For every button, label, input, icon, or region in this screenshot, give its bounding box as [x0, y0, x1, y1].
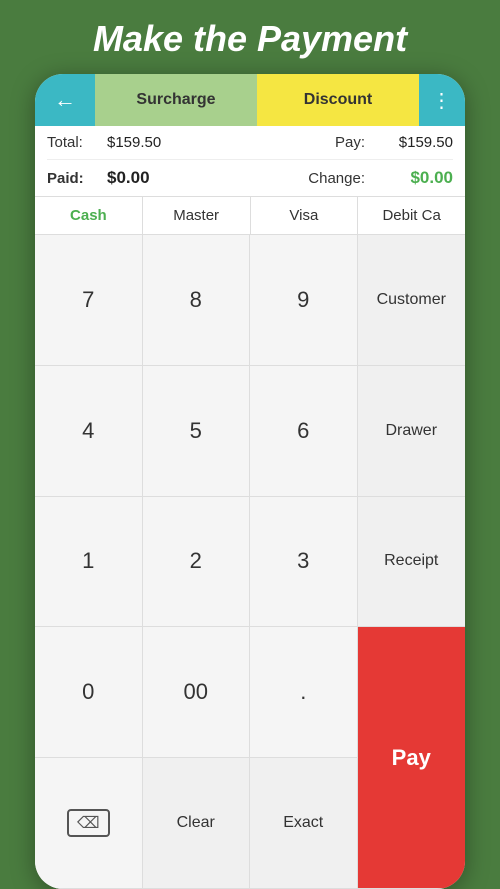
- more-icon: ⋮: [432, 88, 453, 113]
- key-6[interactable]: 6: [250, 366, 358, 497]
- key-3[interactable]: 3: [250, 497, 358, 628]
- phone-shell: ← Surcharge Discount ⋮ Total: $159.50 Pa…: [35, 74, 465, 889]
- key-5[interactable]: 5: [143, 366, 251, 497]
- top-bar: ← Surcharge Discount ⋮: [35, 74, 465, 126]
- tab-master-label: Master: [173, 207, 219, 224]
- change-label: Change:: [285, 170, 365, 187]
- page-title: Make the Payment: [83, 0, 417, 74]
- back-arrow-icon: ←: [54, 87, 76, 113]
- key-2[interactable]: 2: [143, 497, 251, 628]
- paid-row: Paid: $0.00 Change: $0.00: [47, 160, 453, 196]
- tab-master[interactable]: Master: [143, 197, 251, 234]
- back-button[interactable]: ←: [35, 74, 95, 126]
- paid-label: Paid:: [47, 170, 107, 187]
- key-00[interactable]: 00: [143, 627, 251, 758]
- backspace-icon: ⌫: [67, 809, 110, 837]
- key-customer[interactable]: Customer: [358, 235, 466, 366]
- tab-visa-label: Visa: [289, 207, 318, 224]
- key-exact[interactable]: Exact: [250, 758, 358, 889]
- change-value: $0.00: [373, 168, 453, 188]
- more-button[interactable]: ⋮: [419, 74, 465, 126]
- key-drawer[interactable]: Drawer: [358, 366, 466, 497]
- info-section: Total: $159.50 Pay: $159.50 Paid: $0.00 …: [35, 126, 465, 197]
- tab-cash[interactable]: Cash: [35, 197, 143, 234]
- discount-button[interactable]: Discount: [257, 74, 419, 126]
- tab-cash-label: Cash: [70, 207, 107, 224]
- total-row: Total: $159.50 Pay: $159.50: [47, 126, 453, 160]
- key-9[interactable]: 9: [250, 235, 358, 366]
- key-0[interactable]: 0: [35, 627, 143, 758]
- discount-label: Discount: [304, 91, 372, 109]
- numpad: 7 8 9 Customer 4 5 6 Drawer 1 2 3 Receip…: [35, 235, 465, 889]
- total-label: Total:: [47, 134, 107, 151]
- payment-tabs: Cash Master Visa Debit Ca: [35, 197, 465, 235]
- key-pay[interactable]: Pay: [358, 627, 466, 889]
- key-dot[interactable]: .: [250, 627, 358, 758]
- tab-debit[interactable]: Debit Ca: [358, 197, 465, 234]
- tab-visa[interactable]: Visa: [251, 197, 359, 234]
- pay-value: $159.50: [373, 134, 453, 151]
- key-7[interactable]: 7: [35, 235, 143, 366]
- surcharge-label: Surcharge: [136, 91, 215, 109]
- pay-label: Pay:: [285, 134, 365, 151]
- key-4[interactable]: 4: [35, 366, 143, 497]
- tab-debit-label: Debit Ca: [382, 207, 440, 224]
- paid-value: $0.00: [107, 168, 285, 188]
- key-1[interactable]: 1: [35, 497, 143, 628]
- total-value: $159.50: [107, 134, 285, 151]
- key-clear[interactable]: Clear: [143, 758, 251, 889]
- key-8[interactable]: 8: [143, 235, 251, 366]
- key-receipt[interactable]: Receipt: [358, 497, 466, 628]
- surcharge-button[interactable]: Surcharge: [95, 74, 257, 126]
- key-backspace[interactable]: ⌫: [35, 758, 143, 889]
